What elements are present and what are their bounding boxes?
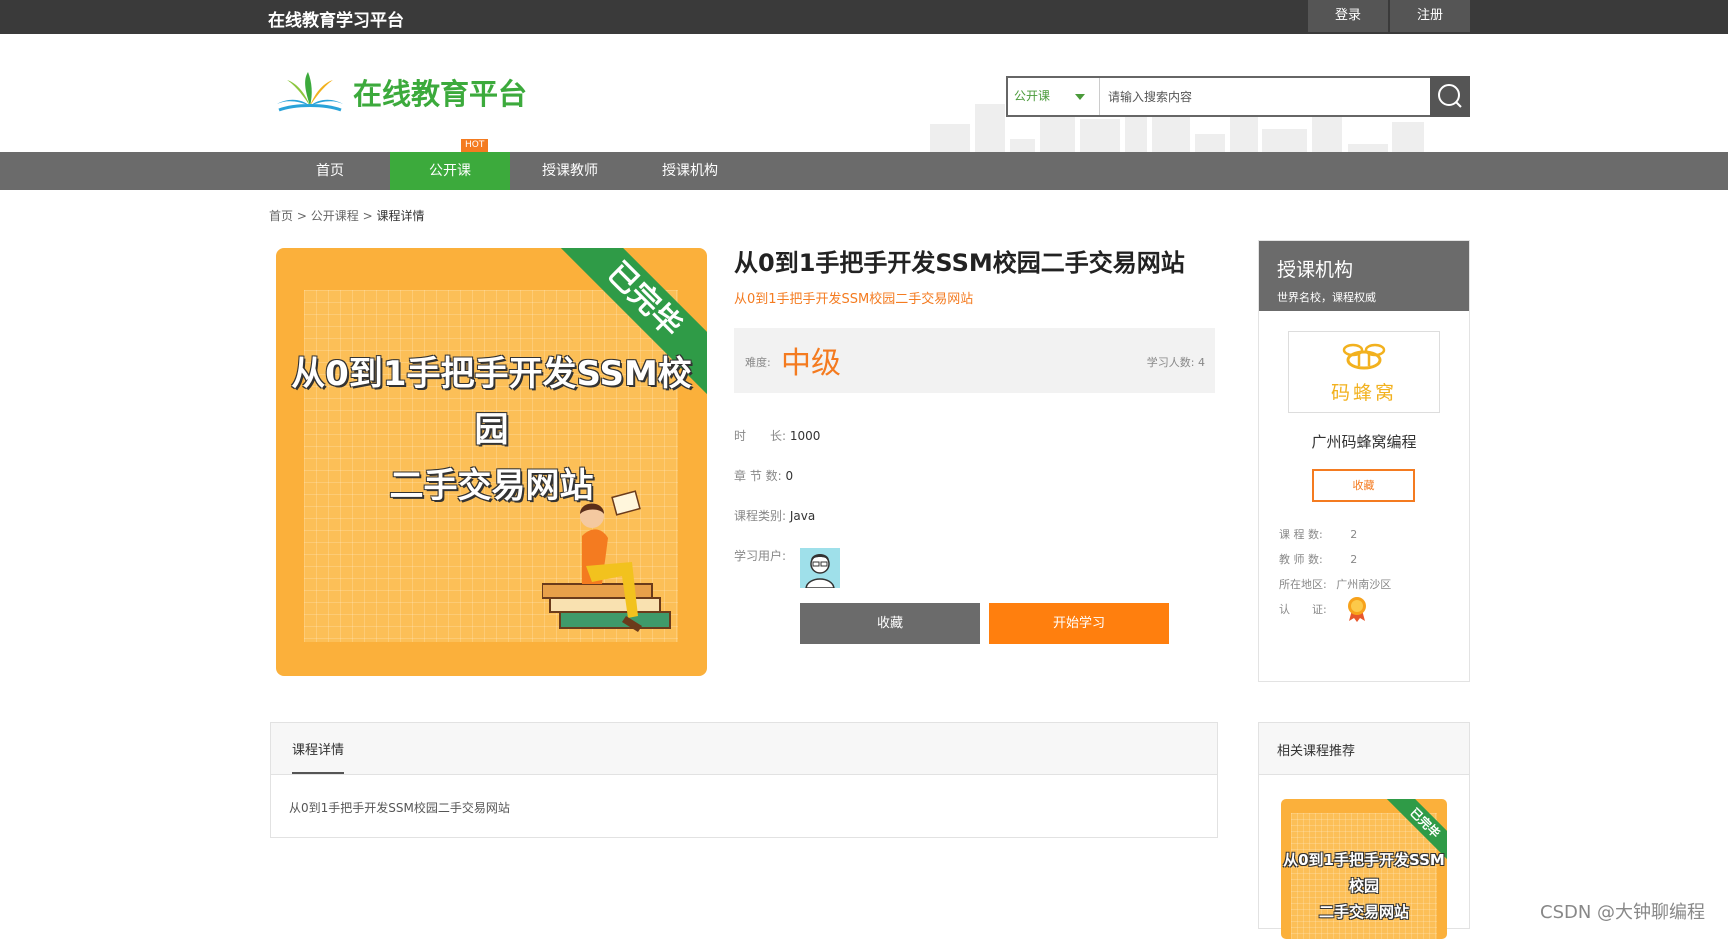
thumb-title: 从0到1手把手开发SSM校园 二手交易网站 bbox=[1281, 847, 1447, 925]
student-count-value: 4 bbox=[1198, 356, 1205, 369]
watermark: CSDN @大钟聊编程 bbox=[1540, 902, 1706, 923]
chapters-value: 0 bbox=[785, 469, 794, 483]
org-region-label: 所在地区: bbox=[1279, 578, 1327, 591]
thumb-title-line2: 二手交易网站 bbox=[1318, 903, 1409, 921]
reading-person-illustration bbox=[542, 490, 671, 632]
org-teacher-count-row: 教 师 数: 2 bbox=[1279, 551, 1357, 567]
nav-item-organizations[interactable]: 授课机构 bbox=[630, 152, 750, 190]
related-courses-title: 相关课程推荐 bbox=[1277, 744, 1356, 759]
organization-card-subtitle: 世界名校，课程权威 bbox=[1277, 291, 1376, 304]
breadcrumb: 首页 > 公开课程 > 课程详情 bbox=[269, 207, 424, 224]
breadcrumb-separator: > bbox=[362, 209, 373, 223]
nav-item-open-courses[interactable]: 公开课 bbox=[390, 152, 510, 190]
org-course-count-row: 课 程 数: 2 bbox=[1279, 526, 1357, 542]
duration-label: 时 长: bbox=[734, 429, 787, 443]
search-box: 公开课 bbox=[1006, 76, 1470, 117]
course-detail-body: 从0到1手把手开发SSM校园二手交易网站 bbox=[289, 801, 510, 815]
organization-header: 授课机构 世界名校，课程权威 bbox=[1259, 241, 1469, 311]
login-button[interactable]: 登录 bbox=[1308, 0, 1388, 32]
nav-item-teachers[interactable]: 授课教师 bbox=[510, 152, 630, 190]
related-courses-panel: 相关课程推荐 已完毕 从0到1手把手开发SSM校园 二手交易网站 bbox=[1258, 722, 1470, 939]
bee-icon bbox=[1342, 343, 1386, 370]
student-count: 学习人数: 4 bbox=[1147, 354, 1205, 370]
search-button[interactable] bbox=[1430, 76, 1470, 117]
org-region-value: 广州南沙区 bbox=[1336, 578, 1392, 591]
search-category-select[interactable]: 公开课 bbox=[1008, 78, 1100, 115]
logo[interactable]: 在线教育平台 bbox=[275, 70, 527, 114]
organization-logo-text: 码蜂窝 bbox=[1330, 382, 1397, 404]
category-label: 课程类别: bbox=[734, 509, 787, 523]
course-subtitle: 从0到1手把手开发SSM校园二手交易网站 bbox=[734, 292, 974, 307]
difficulty-panel: 难度: 中级 学习人数: 4 bbox=[734, 328, 1215, 393]
search-category-label: 公开课 bbox=[1014, 89, 1051, 103]
register-button[interactable]: 注册 bbox=[1390, 0, 1470, 32]
breadcrumb-separator: > bbox=[296, 209, 307, 223]
users-label: 学习用户: bbox=[734, 549, 787, 563]
site-title: 在线教育学习平台 bbox=[268, 11, 404, 31]
student-count-label: 学习人数: bbox=[1146, 356, 1195, 369]
start-learning-button[interactable]: 开始学习 bbox=[989, 603, 1169, 644]
users-row: 学习用户: bbox=[734, 547, 786, 564]
org-cert-row: 认 证: bbox=[1279, 601, 1327, 617]
course-detail-header: 课程详情 bbox=[271, 723, 1217, 775]
org-region-row: 所在地区: 广州南沙区 bbox=[1279, 576, 1391, 592]
course-detail-panel: 课程详情 从0到1手把手开发SSM校园二手交易网站 bbox=[270, 722, 1218, 838]
course-title: 从0到1手把手开发SSM校园二手交易网站 bbox=[734, 249, 1185, 277]
category-row: 课程类别: Java bbox=[734, 507, 815, 524]
logo-fan-icon bbox=[277, 72, 343, 112]
cover-title-line1: 从0到1手把手开发SSM校园 bbox=[291, 354, 692, 450]
main-nav: 首页 公开课 授课教师 授课机构 bbox=[0, 152, 1728, 190]
organization-logo[interactable]: 码蜂窝 bbox=[1288, 331, 1440, 413]
org-course-count-label: 课 程 数: bbox=[1279, 528, 1323, 541]
logo-text: 在线教育平台 bbox=[353, 77, 528, 111]
course-cover-image: 已完毕 从0到1手把手开发SSM校园 二手交易网站 bbox=[276, 248, 707, 676]
difficulty-value: 中级 bbox=[781, 346, 841, 381]
chevron-down-icon bbox=[1075, 94, 1085, 100]
related-courses-header: 相关课程推荐 bbox=[1259, 723, 1469, 775]
duration-row: 时 长: 1000 bbox=[734, 427, 820, 444]
category-value: Java bbox=[789, 509, 816, 523]
favorite-course-button[interactable]: 收藏 bbox=[800, 603, 980, 644]
nav-item-home[interactable]: 首页 bbox=[270, 152, 390, 190]
duration-value: 1000 bbox=[789, 429, 821, 443]
tab-course-detail[interactable]: 课程详情 bbox=[292, 739, 345, 774]
thumb-title-line1: 从0到1手把手开发SSM校园 bbox=[1283, 851, 1445, 895]
search-input[interactable] bbox=[1108, 84, 1428, 109]
org-teacher-count-label: 教 师 数: bbox=[1279, 553, 1323, 566]
top-bar: 在线教育学习平台 登录 注册 bbox=[0, 0, 1728, 34]
organization-card: 授课机构 世界名校，课程权威 码蜂窝 广州码蜂窝编程 收藏 课 程 数: 2 教… bbox=[1258, 240, 1470, 682]
chapters-row: 章 节 数: 0 bbox=[734, 467, 793, 484]
hot-badge: HOT bbox=[461, 139, 489, 152]
certified-medal-icon bbox=[1348, 597, 1366, 622]
breadcrumb-current: 课程详情 bbox=[376, 209, 425, 223]
organization-name[interactable]: 广州码蜂窝编程 bbox=[1259, 431, 1469, 452]
org-cert-label: 认 证: bbox=[1279, 603, 1327, 616]
search-icon bbox=[1438, 84, 1462, 108]
avatar-person-icon bbox=[805, 554, 835, 588]
org-teacher-count-value: 2 bbox=[1350, 553, 1358, 566]
favorite-organization-button[interactable]: 收藏 bbox=[1312, 469, 1415, 502]
org-course-count-value: 2 bbox=[1350, 528, 1358, 541]
chapters-label: 章 节 数: bbox=[734, 469, 782, 483]
organization-card-title: 授课机构 bbox=[1277, 259, 1354, 281]
user-avatar[interactable] bbox=[800, 548, 840, 588]
breadcrumb-home[interactable]: 首页 bbox=[269, 209, 293, 223]
related-course-thumbnail[interactable]: 已完毕 从0到1手把手开发SSM校园 二手交易网站 bbox=[1281, 799, 1447, 939]
difficulty-label: 难度: bbox=[745, 356, 771, 369]
breadcrumb-section[interactable]: 公开课程 bbox=[311, 209, 359, 223]
